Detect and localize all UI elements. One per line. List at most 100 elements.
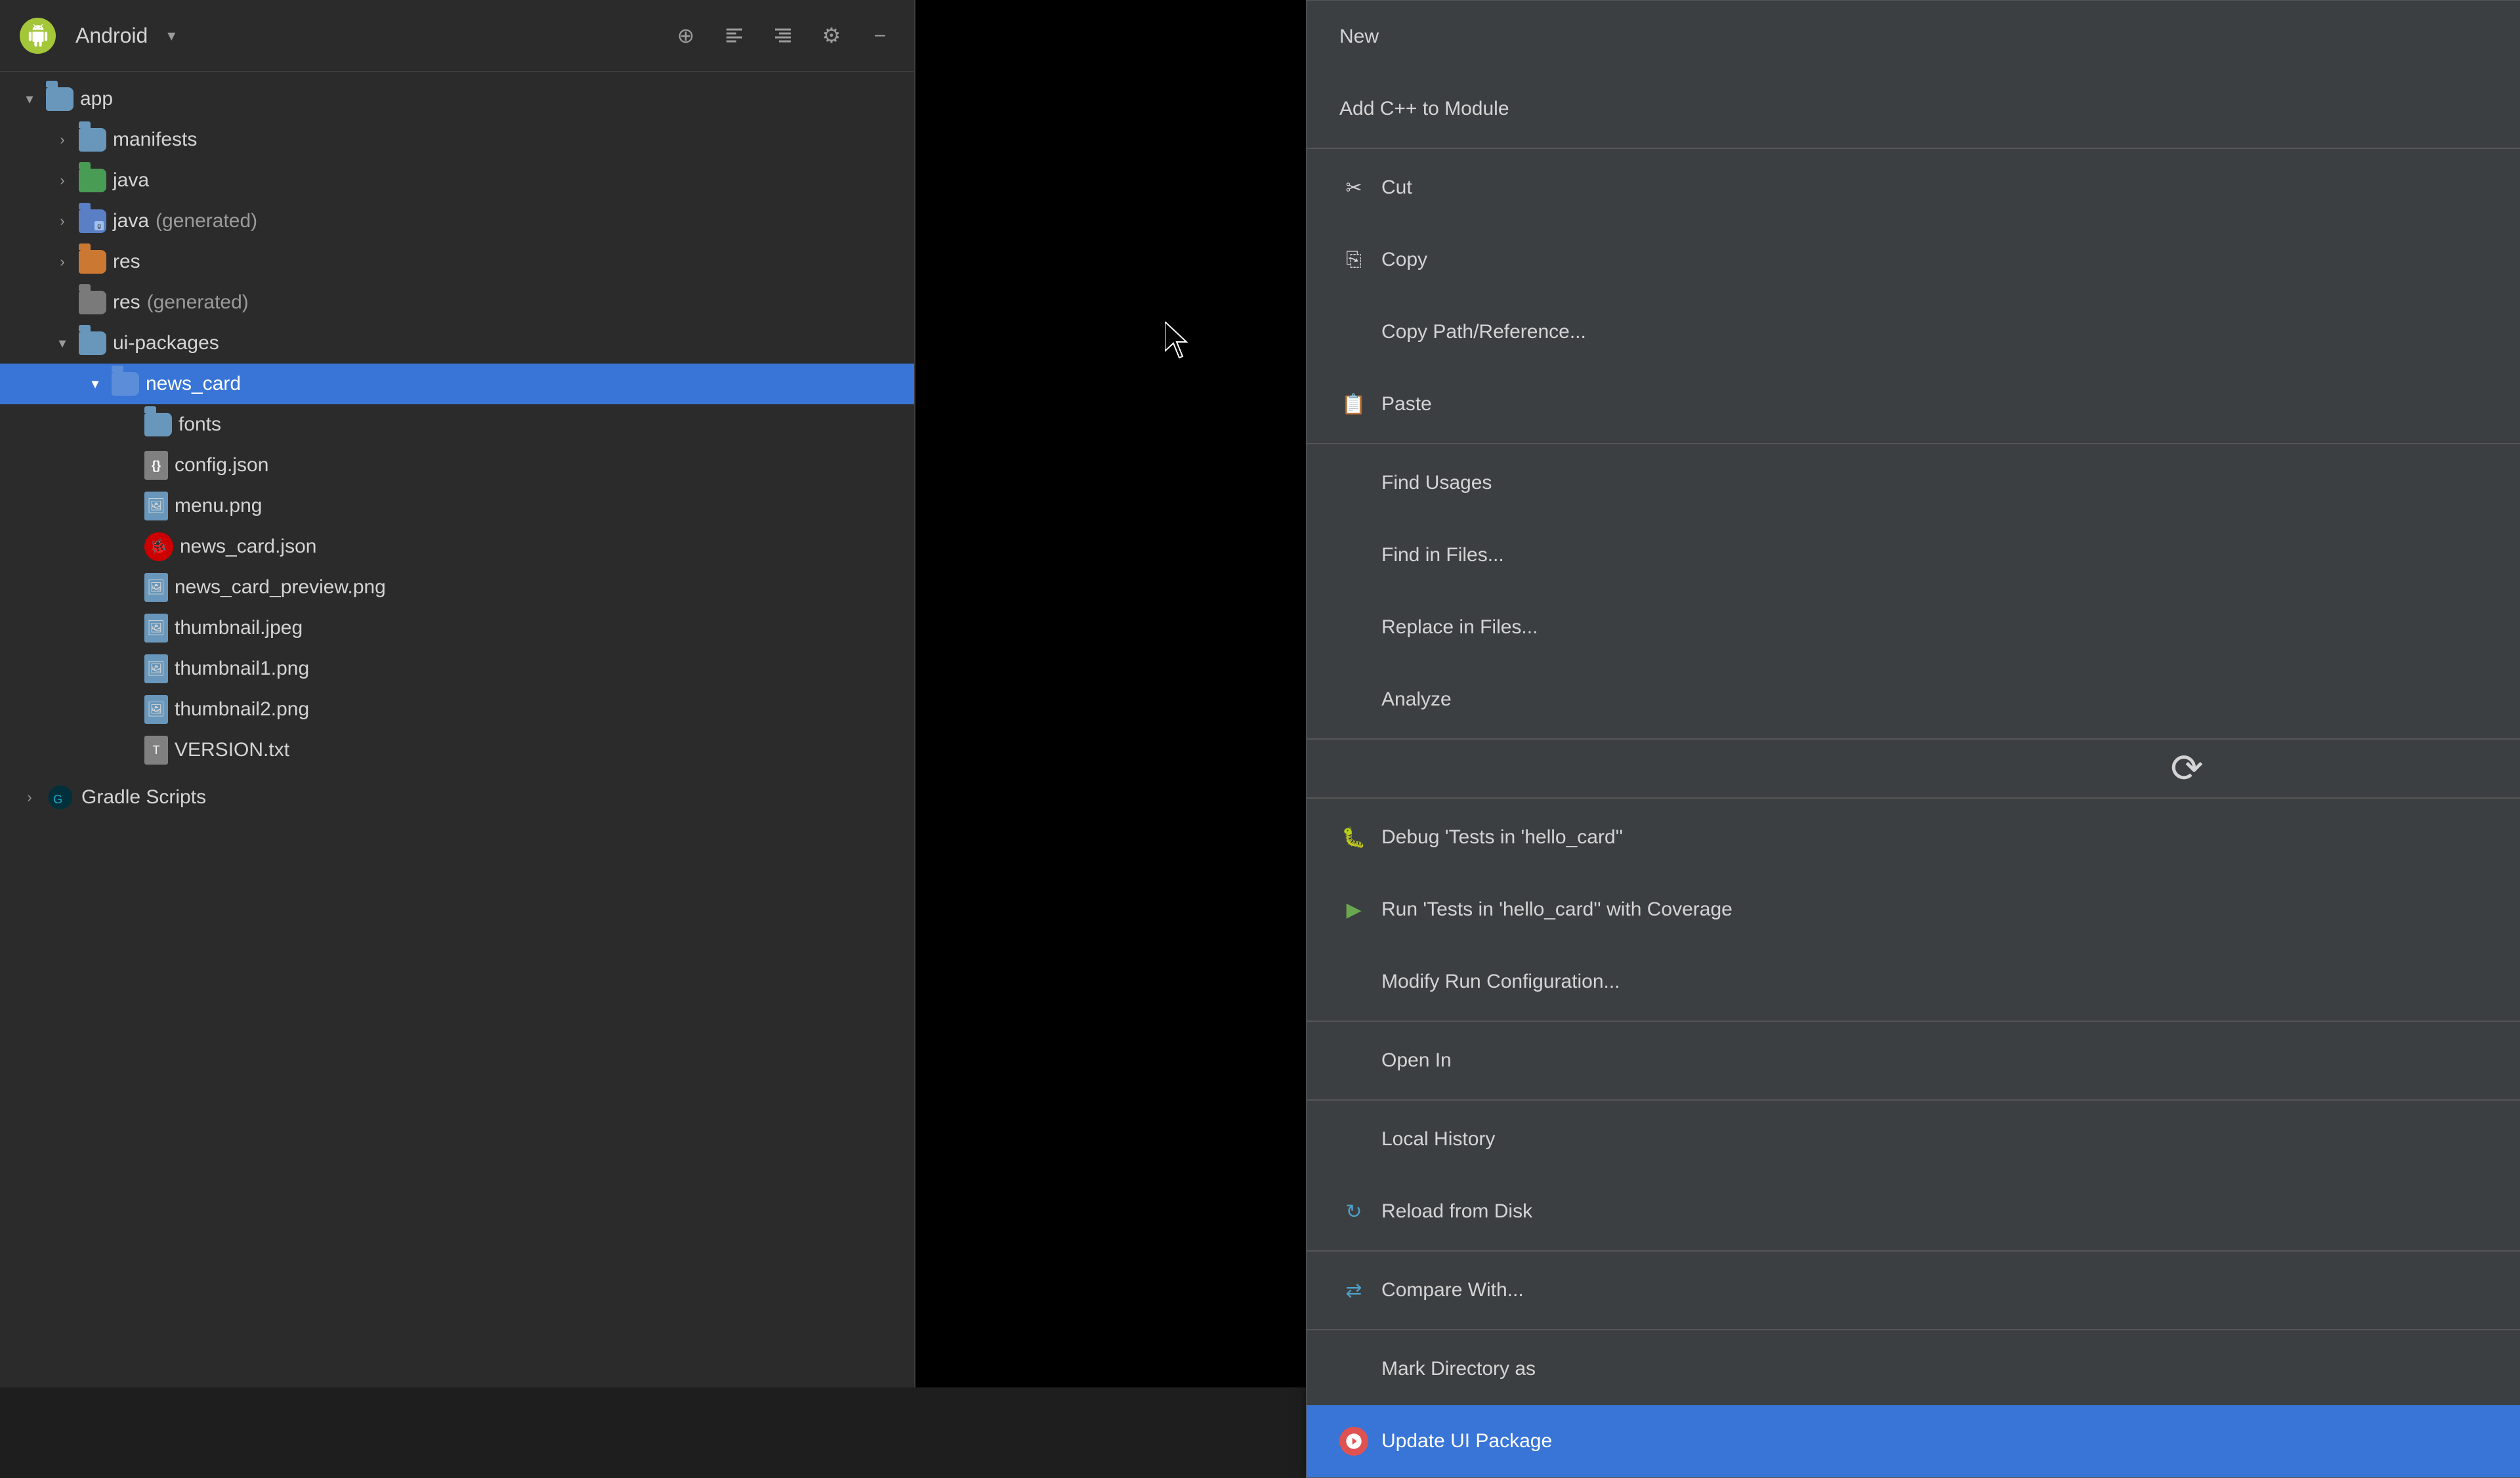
chevron-right-icon: ›	[52, 131, 72, 148]
tree-item-menu-png[interactable]: 🖼 menu.png	[0, 486, 914, 526]
expand-icon[interactable]	[768, 21, 797, 50]
tree-item-java-gen-label: java	[113, 210, 149, 232]
file-icon-version-txt: T	[144, 736, 168, 765]
menu-item-copy[interactable]: ⎘ Copy ⌘C	[1307, 224, 2520, 296]
menu-item-copy-path-label: Copy Path/Reference...	[1381, 321, 2520, 343]
chevron-down-icon: ▾	[52, 335, 72, 352]
tree-item-res-label: res	[113, 251, 140, 273]
loading-spinner: ⟳	[2170, 746, 2203, 792]
tree-item-thumbnail1-png-label: thumbnail1.png	[175, 658, 309, 680]
paste-icon: 📋	[1339, 390, 1368, 419]
tree-item-fonts-label: fonts	[178, 413, 221, 436]
file-tree-panel: Android ▾ ⊕ ⚙ − ▾ app ›	[0, 0, 915, 1387]
tree-item-ui-packages-label: ui-packages	[113, 332, 219, 354]
folder-icon-news-card	[112, 372, 139, 396]
tree-item-thumbnail1-png[interactable]: 🖼 thumbnail1.png	[0, 648, 914, 689]
tree-item-manifests-label: manifests	[113, 129, 197, 151]
file-icon-thumbnail-jpeg: 🖼	[144, 614, 168, 643]
file-icon-config: {}	[144, 451, 168, 480]
tree-item-news-card-label: news_card	[146, 373, 241, 395]
tree-item-res-generated[interactable]: res (generated)	[0, 282, 914, 323]
folder-icon-java-gen: g	[79, 209, 106, 233]
tree-item-app[interactable]: ▾ app	[0, 79, 914, 119]
tree-item-java-gen-suffix: (generated)	[156, 210, 257, 232]
menu-item-cut[interactable]: ✂ Cut ⌘X	[1307, 152, 2520, 224]
tree-item-ui-packages[interactable]: ▾ ui-packages	[0, 323, 914, 364]
menu-item-modify-run[interactable]: Modify Run Configuration...	[1307, 946, 2520, 1018]
separator-1	[1307, 148, 2520, 149]
tree-item-news-card-preview[interactable]: 🖼 news_card_preview.png	[0, 567, 914, 608]
menu-item-find-in-files-label: Find in Files...	[1381, 544, 2520, 566]
gradle-icon: G	[46, 783, 75, 812]
menu-item-mark-directory-label: Mark Directory as	[1381, 1358, 2520, 1380]
tree-item-res[interactable]: › res	[0, 242, 914, 282]
collapse-icon[interactable]	[720, 21, 749, 50]
tree-item-news-card-preview-label: news_card_preview.png	[175, 576, 386, 599]
folder-icon-app	[46, 87, 74, 111]
menu-item-debug[interactable]: 🐛 Debug 'Tests in 'hello_card'' ⌃⇧F9	[1307, 801, 2520, 874]
file-icon-thumbnail1-png: 🖼	[144, 654, 168, 683]
tree-item-news-card-json[interactable]: 🐞 news_card.json	[0, 526, 914, 567]
menu-item-add-cpp[interactable]: Add C++ to Module	[1307, 73, 2520, 145]
tree-item-manifests[interactable]: › manifests	[0, 119, 914, 160]
menu-item-replace-in-files[interactable]: Replace in Files... ⌃⇧R	[1307, 591, 2520, 664]
menu-item-run-coverage-label: Run 'Tests in 'hello_card'' with Coverag…	[1381, 898, 2520, 921]
menu-item-open-in-label: Open In	[1381, 1049, 2520, 1072]
menu-item-find-in-files[interactable]: Find in Files... ⌃⇧F	[1307, 519, 2520, 591]
menu-item-debug-label: Debug 'Tests in 'hello_card''	[1381, 826, 2520, 849]
menu-item-modify-run-label: Modify Run Configuration...	[1381, 971, 2520, 993]
tree-item-res-gen-label: res	[113, 291, 140, 314]
folder-icon-res-gen	[79, 291, 106, 314]
spinner-area: ⟳	[1307, 742, 2520, 795]
menu-item-compare-with-label: Compare With...	[1381, 1279, 2520, 1301]
run-coverage-icon: ▶	[1339, 895, 1368, 924]
toolbar-title: Android	[75, 24, 148, 48]
chevron-right-icon: ›	[52, 213, 72, 230]
menu-item-local-history[interactable]: Local History ›	[1307, 1103, 2520, 1175]
tree-item-thumbnail2-png[interactable]: 🖼 thumbnail2.png	[0, 689, 914, 730]
chevron-right-icon: ›	[52, 172, 72, 189]
menu-item-reload-disk[interactable]: ↻ Reload from Disk	[1307, 1175, 2520, 1248]
menu-item-compare-with[interactable]: ⇄ Compare With... ⌘D	[1307, 1254, 2520, 1326]
menu-item-update-ui-package-label: Update UI Package	[1381, 1430, 2520, 1452]
chevron-right-icon: ›	[20, 789, 39, 806]
menu-item-update-ui-package[interactable]: Update UI Package	[1307, 1405, 2520, 1477]
menu-item-find-usages[interactable]: Find Usages ⌥F7	[1307, 447, 2520, 519]
menu-item-mark-directory[interactable]: Mark Directory as ›	[1307, 1333, 2520, 1405]
copy-icon: ⎘	[1339, 245, 1368, 274]
menu-item-new[interactable]: New ›	[1307, 1, 2520, 73]
tree-item-gradle-scripts[interactable]: › G Gradle Scripts	[0, 777, 914, 818]
android-logo	[20, 18, 56, 54]
compare-icon: ⇄	[1339, 1276, 1368, 1305]
tree-item-res-gen-suffix: (generated)	[147, 291, 249, 314]
tree-item-thumbnail-jpeg[interactable]: 🖼 thumbnail.jpeg	[0, 608, 914, 648]
menu-item-reload-disk-label: Reload from Disk	[1381, 1200, 2520, 1223]
tree-item-java-generated[interactable]: › g java (generated)	[0, 201, 914, 242]
sync-icon[interactable]: ⊕	[671, 21, 700, 50]
menu-item-run-coverage[interactable]: ▶ Run 'Tests in 'hello_card'' with Cover…	[1307, 874, 2520, 946]
file-icon-menu-png: 🖼	[144, 492, 168, 520]
menu-item-paste[interactable]: 📋 Paste ⌘V	[1307, 368, 2520, 440]
tree-item-news-card[interactable]: ▾ news_card	[0, 364, 914, 404]
tree-item-java[interactable]: › java	[0, 160, 914, 201]
separator-6	[1307, 1099, 2520, 1101]
tree-item-config-json[interactable]: {} config.json	[0, 445, 914, 486]
menu-item-open-in[interactable]: Open In ›	[1307, 1024, 2520, 1097]
folder-icon-fonts	[144, 413, 172, 436]
menu-item-new-label: New	[1339, 26, 2520, 48]
reload-icon: ↻	[1339, 1197, 1368, 1226]
tree-item-config-json-label: config.json	[175, 454, 268, 476]
menu-item-analyze[interactable]: Analyze ›	[1307, 664, 2520, 736]
tree-item-fonts[interactable]: fonts	[0, 404, 914, 445]
context-menu: New › Add C++ to Module ✂ Cut ⌘X ⎘ Copy …	[1306, 0, 2520, 1478]
tree-item-thumbnail2-png-label: thumbnail2.png	[175, 698, 309, 721]
toolbar-chevron-icon[interactable]: ▾	[167, 26, 175, 45]
menu-item-replace-in-files-label: Replace in Files...	[1381, 616, 2520, 639]
menu-item-cut-label: Cut	[1381, 177, 2520, 199]
settings-icon[interactable]: ⚙	[817, 21, 846, 50]
menu-item-copy-path[interactable]: Copy Path/Reference...	[1307, 296, 2520, 368]
minimize-icon[interactable]: −	[866, 21, 894, 50]
tree-item-version-txt[interactable]: T VERSION.txt	[0, 730, 914, 771]
file-tree: ▾ app › manifests › java ›	[0, 72, 914, 1387]
separator-7	[1307, 1250, 2520, 1252]
